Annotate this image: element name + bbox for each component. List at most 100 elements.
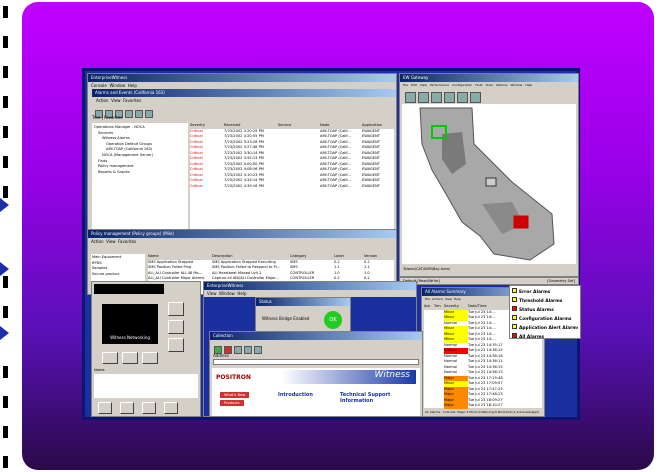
- menu-actions[interactable]: Actions: [432, 297, 443, 301]
- bottom-button[interactable]: [142, 402, 156, 414]
- map-menu-item[interactable]: Tools: [486, 83, 493, 87]
- browser-window: Collection Address POSITRON Witness What…: [209, 331, 423, 417]
- time-cell: Tue Jul 23 18:10:27: [468, 403, 503, 407]
- severity-cell: Major: [444, 403, 468, 409]
- refresh-icon[interactable]: [125, 110, 133, 118]
- browser-toolbar: [210, 340, 422, 354]
- menu-action[interactable]: Action: [96, 98, 109, 103]
- bottom-button[interactable]: [98, 402, 112, 414]
- map-menu-item[interactable]: Edit: [411, 83, 417, 87]
- alarm-color-icon: [512, 297, 517, 302]
- grid-icon[interactable]: [470, 92, 481, 103]
- left-button[interactable]: [122, 352, 138, 364]
- map-footer-right: [Geometry Set]: [547, 279, 575, 283]
- menu-file[interactable]: File: [425, 297, 430, 301]
- name-list-header[interactable]: Name: [94, 368, 198, 374]
- bottom-button[interactable]: [120, 402, 134, 414]
- menu-action[interactable]: Action: [91, 239, 104, 244]
- tab-favorites[interactable]: Favorites: [104, 115, 122, 120]
- left-button[interactable]: [168, 320, 184, 334]
- address-bar[interactable]: [213, 359, 419, 365]
- left-combo[interactable]: [94, 284, 164, 294]
- status-dialog: Status Witness Bridge Enabled OK: [255, 297, 351, 335]
- map-status: Taiwan\CAT\NOR\Bay Area\: [403, 267, 450, 271]
- alarm-menu-item[interactable]: Error Alarms: [512, 288, 578, 297]
- home-icon[interactable]: [244, 346, 252, 354]
- menu-view[interactable]: View: [111, 98, 121, 103]
- menu-favorites[interactable]: Favorites: [118, 239, 136, 244]
- properties-icon[interactable]: [135, 110, 143, 118]
- left-logo-text: Witness Networking: [110, 335, 150, 340]
- node-icon[interactable]: [431, 92, 442, 103]
- refresh-icon[interactable]: [234, 346, 242, 354]
- map-menubar: File Edit View Performance Configuration Faul…: [400, 82, 578, 89]
- ack-cell[interactable]: [424, 403, 434, 409]
- desktop: EnterpriseWitness Console Window Help Al…: [82, 68, 581, 420]
- menu-view[interactable]: View: [207, 291, 217, 296]
- bottom-button[interactable]: [164, 402, 178, 414]
- tree-item[interactable]: Secure product: [92, 272, 144, 278]
- menu-favorites[interactable]: Favorites: [123, 98, 141, 103]
- tree-item[interactable]: Reports & Graphs: [94, 170, 186, 176]
- link-products[interactable]: Products: [220, 400, 244, 406]
- alarm-menu-item[interactable]: Application Alert Alarms: [512, 324, 578, 333]
- map-menu-item[interactable]: Configuration: [452, 83, 472, 87]
- map-menu-item[interactable]: Options: [496, 83, 508, 87]
- toolbar: [88, 104, 396, 118]
- california-map: [419, 107, 555, 261]
- app-cell: EWAGENT: [362, 183, 380, 188]
- menu-console[interactable]: Console: [91, 83, 107, 88]
- table-row[interactable]: Critical 7/23/2002 4:39:16 PM AMI-TOAP (Ca…: [190, 184, 394, 190]
- map-window: EW Gateway File Edit View Performance Config…: [399, 73, 579, 277]
- map-menu-item[interactable]: Help: [525, 83, 532, 87]
- menu-window[interactable]: Window: [109, 83, 125, 88]
- map-menu-item[interactable]: View: [420, 83, 427, 87]
- menu-window[interactable]: Window: [219, 291, 235, 296]
- alarm-menu-item[interactable]: Configuration Alarms: [512, 315, 578, 324]
- map-titlebar: EW Gateway: [400, 74, 578, 82]
- left-logo: Witness Networking: [102, 304, 158, 344]
- table-row[interactable]: Major Tue Jul 23 18:10:27: [424, 403, 542, 409]
- severity-cell: Critical: [190, 183, 203, 188]
- alarm-menubar: Action View Favorites: [88, 97, 396, 104]
- summary-footer: 21 Alarms - Criticals: Major:3 Minor:0 W…: [425, 410, 540, 414]
- left-button[interactable]: [168, 338, 184, 352]
- alarm-color-icon: [512, 288, 517, 293]
- menu-view[interactable]: View: [445, 297, 452, 301]
- left-button[interactable]: [142, 352, 158, 364]
- node-marker-red[interactable]: [513, 215, 529, 229]
- alarm-menu-item[interactable]: Threshold Alarms: [512, 297, 578, 306]
- left-button[interactable]: [102, 352, 118, 364]
- map-toolbar: [400, 89, 578, 103]
- left-button[interactable]: [168, 302, 184, 316]
- map-menu-item[interactable]: File: [403, 83, 408, 87]
- link-introduction[interactable]: Introduction: [278, 392, 313, 398]
- tab-tree[interactable]: Tree: [92, 115, 100, 120]
- status-titlebar: Status: [256, 298, 350, 306]
- ew-titlebar: EnterpriseWitness: [204, 282, 416, 290]
- alarm-menu-item[interactable]: Status Alarms: [512, 306, 578, 315]
- map-icon[interactable]: [405, 92, 416, 103]
- link-tech-support[interactable]: Technical Support Information: [340, 392, 416, 404]
- map-menu-item[interactable]: Fault: [475, 83, 482, 87]
- alarm-menu-item[interactable]: All Alarms: [512, 333, 578, 338]
- network-icon[interactable]: [418, 92, 429, 103]
- alarm-color-icon: [512, 306, 517, 311]
- ok-button[interactable]: OK: [324, 311, 342, 329]
- node-marker[interactable]: [485, 177, 497, 187]
- menu-help[interactable]: Help: [454, 297, 461, 301]
- console-menubar: Console Window Help: [88, 82, 396, 89]
- map-menu-item[interactable]: Performance: [430, 83, 449, 87]
- menu-help[interactable]: Help: [237, 291, 246, 296]
- positron-logo: POSITRON: [216, 374, 251, 381]
- menu-help[interactable]: Help: [128, 83, 137, 88]
- zoom-icon[interactable]: [444, 92, 455, 103]
- map-canvas[interactable]: [402, 104, 576, 264]
- search-icon[interactable]: [254, 346, 262, 354]
- map-menu-item[interactable]: Window: [511, 83, 523, 87]
- arrow-marker-3: [0, 326, 9, 340]
- filter-icon[interactable]: [145, 110, 153, 118]
- link-whats-new[interactable]: What's New: [220, 392, 250, 398]
- search-icon[interactable]: [457, 92, 468, 103]
- menu-view[interactable]: View: [106, 239, 116, 244]
